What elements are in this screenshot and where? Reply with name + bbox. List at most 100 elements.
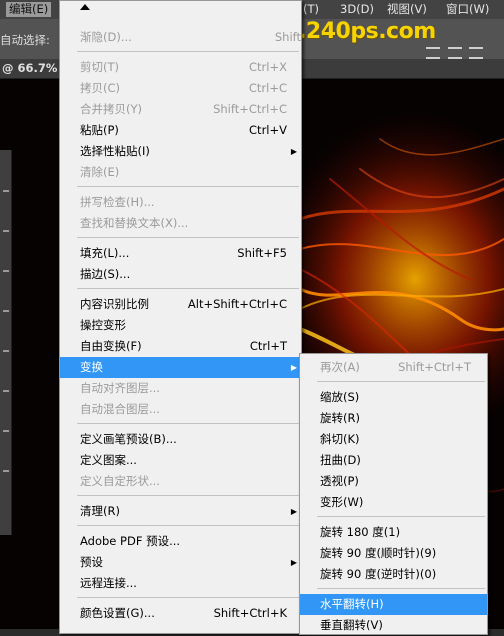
separator [77,237,299,238]
menu-edit[interactable]: 编辑(E) [6,2,52,17]
item-label: 颜色设置(G)... [80,606,155,620]
menu-item-flip-horizontal[interactable]: 水平翻转(H) [300,594,487,615]
menu-item-perspective[interactable]: 透视(P) [300,471,487,492]
menu-item-copy-merged[interactable]: 合并拷贝(Y) Shift+Ctrl+C [60,99,301,120]
menu-item-distort[interactable]: 扭曲(D) [300,450,487,471]
menu-item-define-brush[interactable]: 定义画笔预设(B)... [60,429,301,450]
tool-panel-edge[interactable] [0,150,12,535]
menu-item-free-transform[interactable]: 自由变换(F) Ctrl+T [60,336,301,357]
item-label: 填充(L)... [80,246,130,260]
menu-item-auto-blend-layers[interactable]: 自动混合图层... [60,399,301,420]
item-label: 粘贴(P) [80,123,119,137]
item-shortcut: Shift+Ctrl+C [213,102,287,116]
menu-view[interactable]: 视图(V) [384,2,430,17]
menu-item-clear[interactable]: 清除(E) [60,162,301,183]
menu-item-rotate-90-ccw[interactable]: 旋转 90 度(逆时针)(0) [300,564,487,585]
item-label: 拼写检查(H)... [80,195,155,209]
submenu-arrow-icon: ▶ [290,507,297,516]
align-middle-icon[interactable] [447,47,462,59]
item-label: 定义自定形状... [80,474,160,488]
menu-item-content-aware-scale[interactable]: 内容识别比例 Alt+Shift+Ctrl+C [60,294,301,315]
item-label: 自动对齐图层... [80,381,160,395]
menu-type[interactable]: (T) [300,2,322,17]
item-label: 再次(A) [320,360,360,374]
menu-item-fill[interactable]: 填充(L)... Shift+F5 [60,243,301,264]
item-label: 透视(P) [320,474,359,488]
menu-item-flip-vertical[interactable]: 垂直翻转(V) [300,615,487,636]
item-label: 旋转 90 度(逆时针)(0) [320,567,437,581]
menu-item-rotate[interactable]: 旋转(R) [300,408,487,429]
item-shortcut: Shift+Ctrl+T [398,360,471,374]
item-label: 远程连接... [80,576,137,590]
submenu-arrow-icon: ▶ [290,363,297,372]
menu-item-define-pattern[interactable]: 定义图案... [60,450,301,471]
tool-marker [3,470,9,472]
separator [317,588,485,589]
item-label: 变形(W) [320,495,364,509]
tool-marker [3,190,9,192]
menu-item-puppet-warp[interactable]: 操控变形 [60,315,301,336]
item-label: 预设 [80,555,103,569]
menu-item-paste-special[interactable]: 选择性粘贴(I) ▶ [60,141,301,162]
separator [77,423,299,424]
item-shortcut: Ctrl+T [249,339,287,353]
menu-item-paste[interactable]: 粘贴(P) Ctrl+V [60,120,301,141]
menu-item-presets[interactable]: 预设 ▶ [60,552,301,573]
menu-item-transform[interactable]: 变换 ▶ [60,357,301,378]
separator [77,186,299,187]
item-label: 自动混合图层... [80,402,160,416]
item-shortcut: Shift [274,30,301,44]
menu-item-auto-align-layers[interactable]: 自动对齐图层... [60,378,301,399]
menu-item-rotate-180[interactable]: 旋转 180 度(1) [300,522,487,543]
item-label: 定义画笔预设(B)... [80,432,177,446]
align-bottom-icon[interactable] [469,47,484,59]
separator [77,288,299,289]
item-label: 描边(S)... [80,267,131,281]
item-label: 垂直翻转(V) [320,618,383,632]
menu-item-skew[interactable]: 斜切(K) [300,429,487,450]
menu-3d[interactable]: 3D(D) [337,2,377,17]
align-top-icon[interactable] [426,47,440,59]
item-label: 变换 [80,360,103,374]
menu-item-copy[interactable]: 拷贝(C) Ctrl+C [60,78,301,99]
edit-menu: 渐隐(D)... Shift 剪切(T) Ctrl+X 拷贝(C) Ctrl+C… [59,0,302,634]
menu-item-purge[interactable]: 清理(R) ▶ [60,501,301,522]
separator [77,495,299,496]
item-label: 剪切(T) [80,60,119,74]
item-shortcut: Shift+Ctrl+K [213,606,287,620]
item-label: 旋转 180 度(1) [320,525,401,539]
menu-item-fade[interactable]: 渐隐(D)... Shift [60,27,301,48]
transform-submenu: 再次(A) Shift+Ctrl+T 缩放(S) 旋转(R) 斜切(K) 扭曲(… [299,353,488,635]
separator [77,525,299,526]
menu-item-define-shape[interactable]: 定义自定形状... [60,471,301,492]
item-label: 清除(E) [80,165,120,179]
separator [317,516,485,517]
separator [77,51,299,52]
item-label: 缩放(S) [320,390,360,404]
menu-item-stroke[interactable]: 描边(S)... [60,264,301,285]
menu-window[interactable]: 窗口(W) [443,2,492,17]
tool-marker [3,350,9,352]
menu-item-pdf-presets[interactable]: Adobe PDF 预设... [60,531,301,552]
menu-item-scale[interactable]: 缩放(S) [300,387,487,408]
menu-item-cut[interactable]: 剪切(T) Ctrl+X [60,57,301,78]
menu-item-warp[interactable]: 变形(W) [300,492,487,513]
menu-item-find-replace[interactable]: 查找和替换文本(X)... [60,213,301,234]
item-label: 旋转 90 度(顺时针)(9) [320,546,437,560]
submenu-arrow-icon: ▶ [290,558,297,567]
menu-item-remote-connections[interactable]: 远程连接... [60,573,301,594]
tool-marker [3,390,9,392]
menu-item-again[interactable]: 再次(A) Shift+Ctrl+T [300,357,487,378]
item-shortcut: Ctrl+X [249,60,287,74]
scroll-up-arrow-icon[interactable] [80,4,90,10]
menu-item-spell-check[interactable]: 拼写检查(H)... [60,192,301,213]
item-label: 自由变换(F) [80,339,142,353]
separator [77,597,299,598]
item-label: 内容识别比例 [80,297,149,311]
item-label: 操控变形 [80,318,126,332]
auto-select-label: 自动选择: [0,33,50,47]
submenu-arrow-icon: ▶ [290,147,297,156]
menu-item-rotate-90-cw[interactable]: 旋转 90 度(顺时针)(9) [300,543,487,564]
menu-item-color-settings[interactable]: 颜色设置(G)... Shift+Ctrl+K [60,603,301,624]
separator [317,381,485,382]
